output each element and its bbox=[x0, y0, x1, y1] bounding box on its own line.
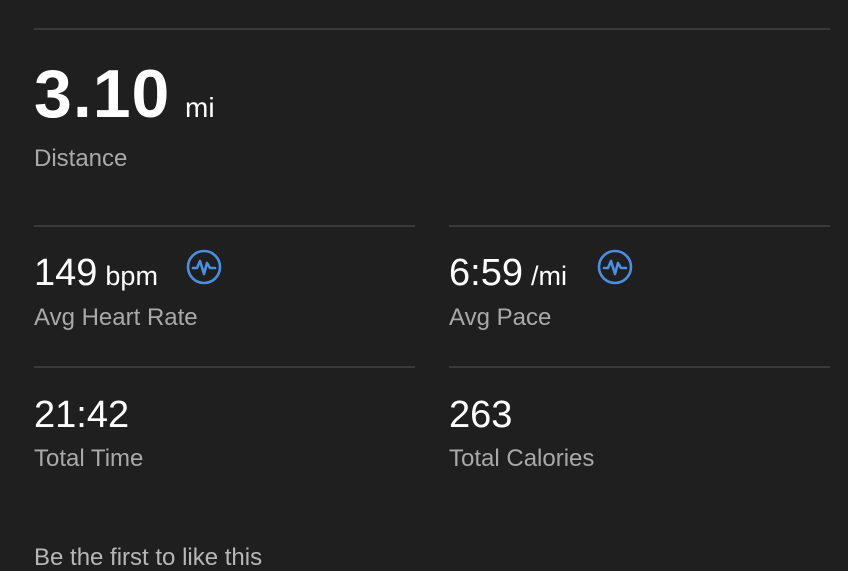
avg-heart-rate-unit: bpm bbox=[105, 261, 158, 291]
distance-unit: mi bbox=[185, 92, 215, 123]
heart-rate-chart-icon[interactable] bbox=[597, 249, 633, 285]
distance-value: 3.10 bbox=[34, 56, 171, 132]
divider-left-1 bbox=[34, 225, 415, 227]
total-time-value: 21:42 bbox=[34, 394, 130, 436]
avg-pace-label: Avg Pace bbox=[449, 304, 552, 331]
avg-heart-rate-stat: 149 bpm bbox=[34, 254, 158, 292]
total-calories-label: Total Calories bbox=[449, 445, 595, 472]
divider-right-2 bbox=[449, 366, 830, 368]
like-prompt[interactable]: Be the first to like this bbox=[34, 546, 262, 570]
divider-right-1 bbox=[449, 225, 830, 227]
avg-heart-rate-value: 149 bbox=[34, 252, 98, 294]
avg-pace-stat: 6:59/mi bbox=[449, 254, 567, 292]
distance-label: Distance bbox=[34, 145, 128, 172]
avg-pace-unit: /mi bbox=[530, 261, 567, 291]
divider-top bbox=[34, 28, 830, 30]
avg-heart-rate-label: Avg Heart Rate bbox=[34, 304, 198, 331]
heart-rate-chart-icon[interactable] bbox=[186, 249, 222, 285]
avg-pace-value: 6:59 bbox=[449, 252, 523, 294]
divider-left-2 bbox=[34, 366, 415, 368]
total-time-label: Total Time bbox=[34, 445, 144, 472]
total-calories-value: 263 bbox=[449, 394, 513, 436]
